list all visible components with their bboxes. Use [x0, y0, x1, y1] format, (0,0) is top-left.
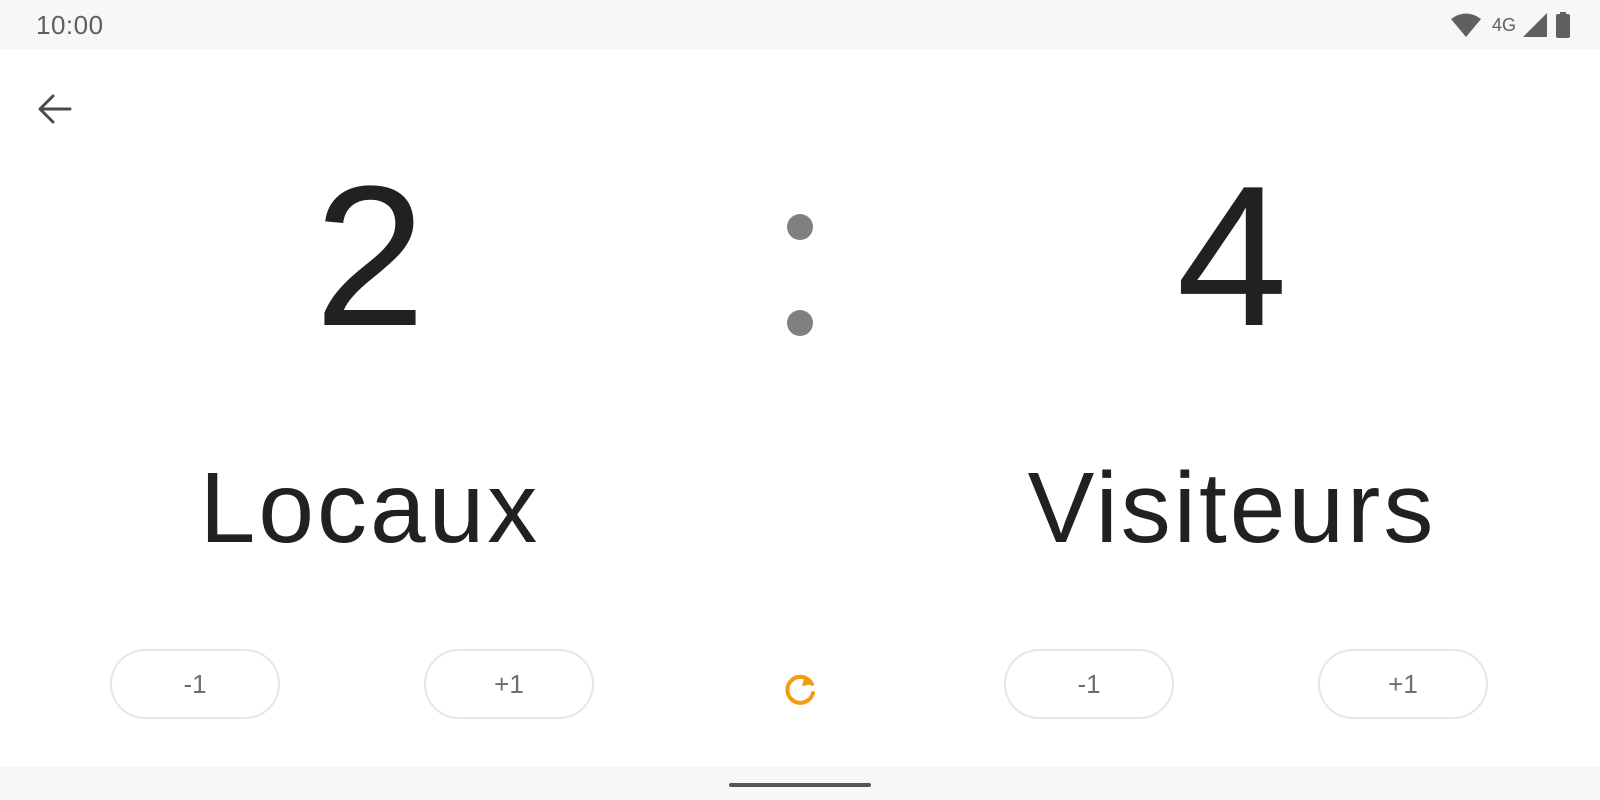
home-minus-button[interactable]: -1: [110, 649, 280, 719]
signal-icon: [1523, 13, 1547, 37]
status-bar: 10:00 4G: [0, 0, 1600, 49]
home-gesture-handle[interactable]: [729, 783, 871, 787]
refresh-icon: [785, 674, 815, 705]
status-icons: 4G: [1450, 10, 1572, 40]
network-type-label: 4G: [1491, 14, 1516, 35]
separator-dot-top: [787, 214, 813, 240]
home-team-name: Locaux: [199, 452, 541, 564]
away-team-name: Visiteurs: [1027, 452, 1437, 564]
reset-button[interactable]: [774, 663, 826, 715]
status-time: 10:00: [36, 10, 104, 40]
back-button[interactable]: [30, 84, 80, 134]
home-plus-button[interactable]: +1: [424, 649, 594, 719]
wifi-icon: [1450, 13, 1481, 37]
navigation-bar: [0, 767, 1600, 800]
away-score: 4: [1176, 145, 1288, 368]
battery-icon: [1556, 12, 1570, 38]
home-score: 2: [314, 145, 426, 368]
away-minus-button[interactable]: -1: [1004, 649, 1174, 719]
scoreboard-screen: 2 4 Locaux Visiteurs -1 +1 -1 +1: [0, 49, 1600, 767]
separator-dot-bottom: [787, 310, 813, 336]
arrow-left-icon: [38, 94, 72, 124]
away-plus-button[interactable]: +1: [1318, 649, 1488, 719]
